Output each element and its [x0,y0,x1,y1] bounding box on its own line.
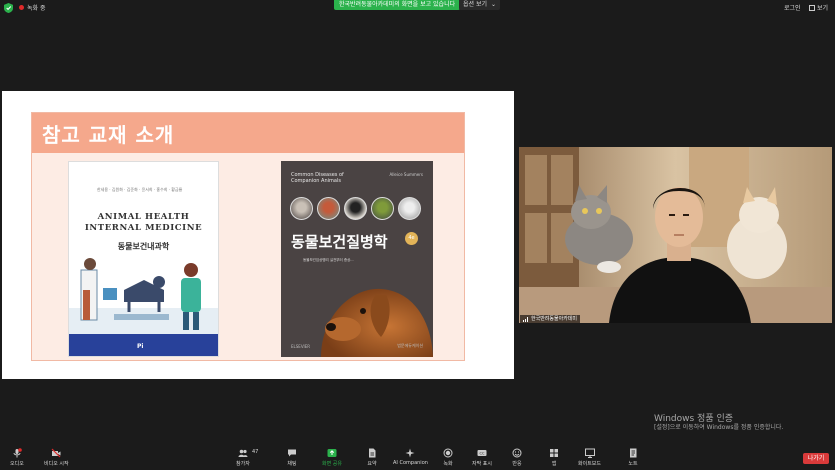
animal-photo-rabbit [398,197,421,220]
share-screen-icon [327,449,337,457]
record-dot-icon [19,5,24,10]
book2-title-en: Common Diseases of Companion Animals [291,172,344,184]
captions-button[interactable]: CC 자막 표시 [472,448,492,467]
shared-screen: 참고 교재 소개 한세용 · 김원화 · 김준화 · 윤서희 · 홍수희 · 황… [2,91,514,379]
participants-count: 47 [252,449,259,455]
book2-title-ko: 동물보건질병학 [291,233,388,251]
share-banner: 한국반려동물아카데미의 화면을 보고 있습니다 [334,0,461,10]
notes-label: 노트 [628,461,638,467]
slide-title: 참고 교재 소개 [42,123,175,147]
record-button[interactable]: 녹화 [443,448,453,467]
video-frame [519,147,832,323]
participant-video[interactable] [519,147,832,323]
record-label: 녹화 [443,461,453,467]
whiteboard-label: 화이트보드 [578,461,602,467]
ai-companion-label: AI Companion [393,460,428,466]
participant-name: 한국반려동물아카데미 [531,316,578,322]
book-cover-animal-health-internal-medicine: 한세용 · 김원화 · 김준화 · 윤서희 · 홍수희 · 황금룡 ANIMAL… [68,161,219,357]
chevron-down-icon: ⌄ [491,1,497,8]
ai-companion-button[interactable]: AI Companion [393,448,428,466]
book2-title-en-2: Companion Animals [291,178,341,184]
book2-subtitle: 동물보건임상병리 실전부터 증상... [303,258,354,262]
view-label: 보기 [817,5,829,12]
video-camera-off-icon [51,448,61,458]
book2-publisher-right: 범문에듀케이션 [397,343,423,348]
reactions-label: 반응 [512,461,522,467]
meeting-toolbar: 오디오 비디오 시작 참가자 47 채팅 화면 공유 요약 AI Compani… [0,446,835,470]
whiteboard-button[interactable]: 화이트보드 [578,448,601,467]
animal-photo-bird [317,197,340,220]
apps-icon [550,449,558,457]
login-label: 로그인 [784,5,801,12]
audio-label: 오디오 [10,461,24,467]
view-button[interactable]: 보기 [809,3,828,12]
signal-bars-icon [523,316,528,322]
shield-icon[interactable] [4,3,13,13]
leave-button[interactable]: 나가기 [803,453,829,464]
top-bar: 녹화 중 한국반려동물아카데미의 화면을 보고 있습니다 옵션 보기 ⌄ 로그인… [0,0,835,16]
book2-author: Alleice Summers [389,172,423,177]
recording-label: 녹화 중 [27,5,46,12]
apps-label: 앱 [551,461,557,467]
book1-authors: 한세용 · 김원화 · 김준화 · 윤서희 · 홍수희 · 황금룡 [97,187,183,192]
apps-button[interactable]: 앱 [549,448,559,467]
participants-icon [238,449,248,457]
chat-button[interactable]: 채팅 [287,448,297,467]
slide-title-bar: 참고 교재 소개 [32,113,464,153]
grid-icon [809,4,815,11]
smiley-icon [512,448,522,458]
login-button[interactable]: 로그인 [784,3,801,12]
captions-label: 자막 표시 [472,461,492,467]
document-icon [369,448,376,458]
audio-button[interactable]: 오디오 [10,448,24,467]
book-cover-common-diseases: Common Diseases of Companion Animals All… [281,161,433,357]
book2-animal-circles [290,197,421,220]
view-options-button[interactable]: 옵션 보기 ⌄ [459,0,501,10]
notes-button[interactable]: 노트 [628,448,638,467]
book1-footer-band: Pi [69,334,218,356]
book1-title-en-2: INTERNAL MEDICINE [84,223,203,233]
summary-label: 요약 [367,461,377,467]
record-icon [443,448,453,458]
slide-content: 참고 교재 소개 한세용 · 김원화 · 김준화 · 윤서희 · 홍수희 · 황… [31,112,465,361]
share-screen-label: 화면 공유 [322,461,342,467]
animal-photo-reptile [371,197,394,220]
chat-label: 채팅 [287,461,297,467]
book1-publisher-logo: Pi [137,343,144,350]
recording-indicator[interactable]: 녹화 중 [19,3,45,12]
whiteboard-icon [584,448,595,458]
sparkle-icon [405,448,415,458]
participants-button[interactable]: 참가자 [236,448,250,467]
svg-text:CC: CC [480,452,485,456]
vet-illustration [69,258,218,336]
participant-name-tag: 한국반려동물아카데미 [520,315,581,323]
view-options-label: 옵션 보기 [463,1,487,8]
notes-icon [630,448,637,458]
chat-bubble-icon [288,449,296,457]
animal-photo-cat [290,197,313,220]
book2-publisher-left: ELSEVIER [291,344,311,349]
share-screen-button[interactable]: 화면 공유 [322,448,342,467]
captions-icon: CC [477,450,487,456]
book1-title-en-1: ANIMAL HEALTH [97,212,190,222]
video-button[interactable]: 비디오 시작 [44,448,69,467]
participants-label: 참가자 [236,461,250,467]
reactions-button[interactable]: 반응 [512,448,522,467]
summary-button[interactable]: 요약 [367,448,377,467]
microphone-icon [13,448,22,458]
video-label: 비디오 시작 [44,461,69,467]
animal-photo-dog [344,197,367,220]
book2-edition-badge: 4e [405,232,418,245]
windows-activation-text: [설정]으로 이동하여 Windows를 정품 인증합니다. [654,424,784,431]
